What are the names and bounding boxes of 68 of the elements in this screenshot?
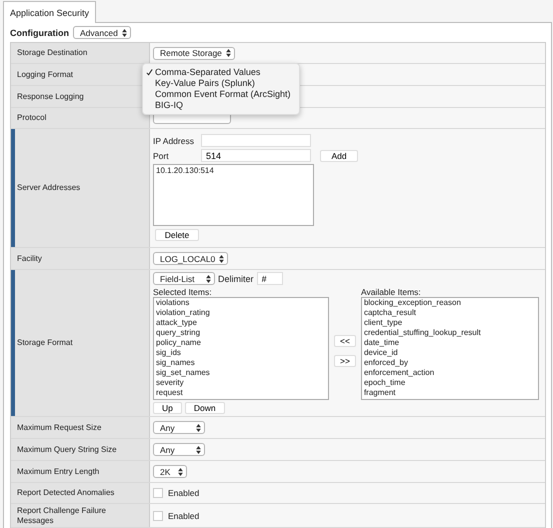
list-item[interactable]: client_type	[364, 318, 536, 328]
field-label: Report Detected Anomalies	[11, 483, 150, 503]
available-items-label: Available Items:	[360, 287, 422, 297]
checkbox[interactable]	[153, 510, 163, 520]
list-item[interactable]: date_time	[364, 338, 536, 348]
field-label: Protocol	[11, 108, 150, 128]
select-arrows-icon	[226, 49, 231, 57]
field-label: Facility	[11, 248, 150, 269]
field-label: Server Addresses	[11, 129, 150, 247]
list-item[interactable]: epoch_time	[364, 378, 536, 388]
down-button[interactable]: Down	[184, 402, 225, 414]
field-label: Storage Destination	[11, 43, 150, 63]
field-label: Storage Format	[11, 270, 150, 416]
checkbox-label: Enabled	[168, 510, 200, 520]
port-field[interactable]: 514	[201, 149, 311, 162]
list-item[interactable]: policy_name	[156, 338, 326, 348]
list-item[interactable]: sig_set_names	[156, 368, 326, 378]
up-button[interactable]: Up	[153, 402, 182, 414]
dropdown[interactable]: Any	[153, 443, 205, 456]
tab[interactable]: Application Security	[3, 1, 96, 23]
dropdown[interactable]: Remote Storage	[153, 46, 235, 60]
available-items-list[interactable]: blocking_exception_reason captcha_result client_type credential_stuffing_lookup_result date_time device_id enforced_by enforcement_action epoch_time fragment	[360, 297, 539, 400]
move-left-button[interactable]: <<	[334, 334, 356, 346]
select-arrows-icon	[122, 28, 127, 36]
field-label: Maximum Request Size	[11, 417, 150, 438]
format-dropdown[interactable]: Field-List	[153, 272, 215, 285]
list-item[interactable]: captcha_result	[364, 308, 536, 318]
mode-dropdown[interactable]: Advanced	[73, 26, 131, 39]
list-item[interactable]: enforcement_action	[364, 368, 536, 378]
list-item[interactable]: query_string	[156, 328, 326, 338]
selected-items-list[interactable]: violations violation_rating attack_type query_string policy_name sig_ids sig_names sig_set_names severity request	[153, 297, 329, 400]
list-item[interactable]: blocking_exception_reason	[364, 298, 536, 308]
list-item[interactable]: violation_rating	[156, 308, 326, 318]
ip-address-field[interactable]	[201, 134, 311, 147]
list-item[interactable]: fragment	[364, 388, 536, 398]
list-item[interactable]: sig_ids	[156, 348, 326, 358]
checkbox-label: Enabled	[168, 488, 200, 498]
dropdown[interactable]: Any	[153, 421, 205, 434]
list-item[interactable]: device_id	[364, 348, 536, 358]
address-item[interactable]: 10.1.20.130:514	[156, 166, 311, 176]
list-item[interactable]: violations	[156, 298, 326, 308]
selected-items-label: Selected Items:	[153, 287, 213, 297]
delimiter-label: Delimiter	[218, 274, 254, 284]
list-item[interactable]: enforced_by	[364, 358, 536, 368]
configuration-label: Configuration	[10, 28, 69, 38]
list-item[interactable]: request	[156, 388, 326, 398]
select-arrows-icon	[178, 468, 183, 476]
move-right-button[interactable]: >>	[334, 354, 356, 366]
select-arrows-icon	[196, 424, 201, 432]
list-item[interactable]: attack_type	[156, 318, 326, 328]
list-item[interactable]: sig_names	[156, 358, 326, 368]
delimiter-field[interactable]: #	[256, 272, 283, 285]
dropdown[interactable]: LOG_LOCAL0	[153, 252, 228, 265]
field-label: Maximum Entry Length	[11, 461, 150, 482]
field-label: Maximum Query String Size	[11, 439, 150, 460]
checkbox[interactable]	[153, 488, 163, 498]
select-arrows-icon	[196, 446, 201, 454]
select-arrows-icon	[206, 274, 211, 282]
field-label: Report Challenge Failure Messages	[11, 504, 150, 527]
dropdown[interactable]: 2K	[153, 465, 187, 478]
ip-address-label: IP Address	[153, 136, 195, 146]
address-list[interactable]: 10.1.20.130:514	[153, 164, 314, 226]
list-item[interactable]: severity	[156, 378, 326, 388]
port-label: Port	[153, 150, 170, 160]
delete-button[interactable]: Delete	[155, 229, 199, 241]
add-button[interactable]: Add	[320, 150, 358, 162]
select-arrows-icon	[219, 254, 224, 262]
list-item[interactable]: credential_stuffing_lookup_result	[364, 328, 536, 338]
